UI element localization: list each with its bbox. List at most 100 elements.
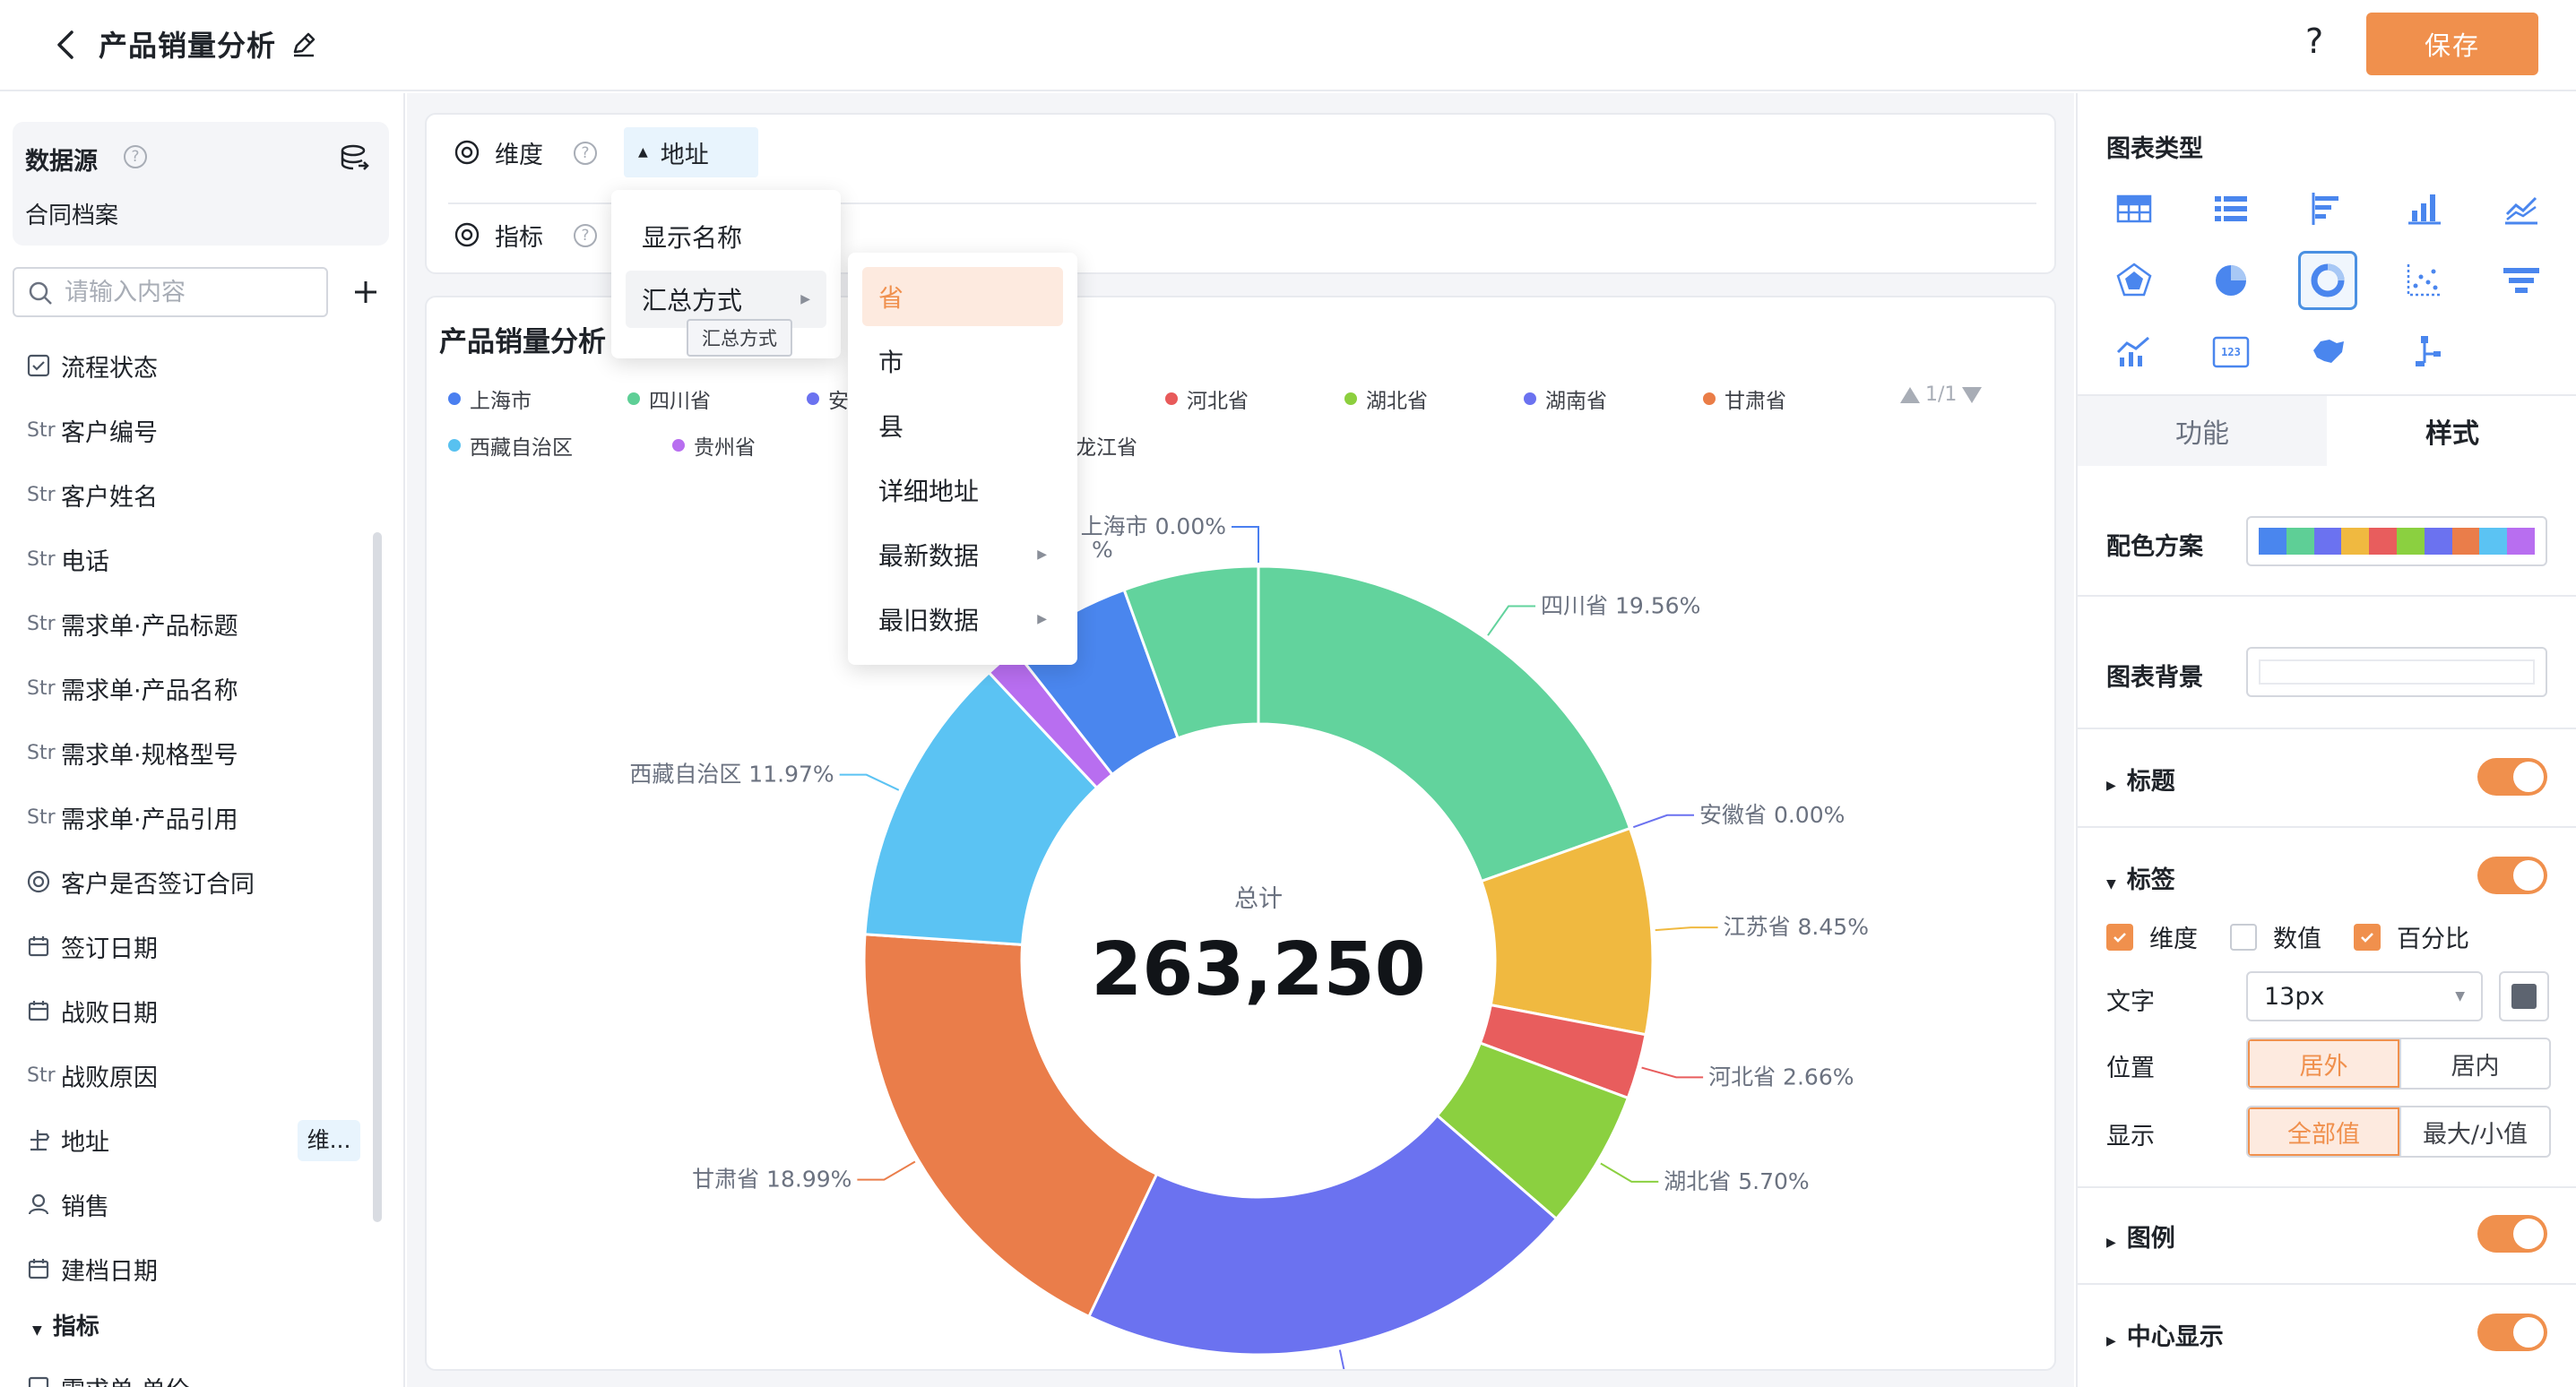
checkbox-value[interactable] <box>2230 923 2257 951</box>
field-label: 需求单·产品引用 <box>61 805 238 834</box>
table-icon[interactable] <box>2105 179 2164 238</box>
tab-function[interactable]: 功能 <box>2078 396 2327 466</box>
add-field-icon[interactable] <box>348 274 384 310</box>
position-inside[interactable]: 居内 <box>2399 1039 2549 1088</box>
field-label: 流程状态 <box>61 354 158 383</box>
number-card-icon[interactable]: 123 <box>2201 323 2260 382</box>
dimension-help-icon[interactable]: ? <box>574 142 597 165</box>
field-item[interactable]: Str 需求单·产品引用 <box>0 785 376 849</box>
font-size-select[interactable]: 13px ▼ <box>2246 971 2483 1021</box>
center-total: 263,250 <box>1091 927 1425 1012</box>
position-outside[interactable]: 居外 <box>2248 1039 2399 1088</box>
center-label: 总计 <box>1234 885 1283 913</box>
checkbox-percent[interactable] <box>2354 923 2381 951</box>
palette-swatch <box>2369 528 2397 555</box>
donut-icon[interactable] <box>2298 251 2357 310</box>
field-item[interactable]: Str 客户编号 <box>0 398 376 462</box>
submenu-item-city[interactable]: 市 <box>862 332 1063 391</box>
background-label: 图表背景 <box>2106 664 2203 692</box>
caret-right-icon: ▶ <box>2106 1334 2116 1348</box>
chart-card: 产品销量分析 上海市 四川省 安 河北省 湖北省 湖南省 甘肃省 1/1 西藏自… <box>425 296 2056 1371</box>
label-toggle[interactable] <box>2477 857 2547 894</box>
text-color-picker[interactable] <box>2499 971 2549 1021</box>
radar-icon[interactable] <box>2105 251 2164 310</box>
display-all[interactable]: 全部值 <box>2248 1107 2399 1156</box>
display-minmax[interactable]: 最大/小值 <box>2399 1107 2549 1156</box>
datasource-name: 合同档案 <box>25 202 119 229</box>
palette-picker[interactable] <box>2246 516 2547 566</box>
partial-field-item[interactable]: 需求单·单价 <box>27 1371 190 1387</box>
edit-icon[interactable] <box>289 29 319 59</box>
field-item[interactable]: Str 需求单·产品标题 <box>0 591 376 656</box>
field-item[interactable]: 销售 <box>0 1172 376 1236</box>
field-search[interactable] <box>13 267 328 317</box>
legend-section[interactable]: ▶ 图例 <box>2106 1219 2175 1253</box>
field-item[interactable]: 战败日期 <box>0 978 376 1043</box>
string-type-icon: Str <box>27 418 56 442</box>
line-icon[interactable] <box>2492 179 2551 238</box>
datasource-help-icon[interactable]: ? <box>124 145 147 168</box>
tree-icon[interactable] <box>2395 323 2454 382</box>
datasource-card[interactable]: 数据源 ? 合同档案 <box>13 122 389 246</box>
title-toggle[interactable] <box>2477 758 2547 796</box>
field-item[interactable]: 流程状态 <box>0 333 376 398</box>
caret-right-icon: ▶ <box>2106 779 2116 793</box>
help-button[interactable]: ? <box>2305 22 2323 61</box>
center-display-section[interactable]: ▶ 中心显示 <box>2106 1317 2224 1352</box>
bar-h-icon[interactable] <box>2298 179 2357 238</box>
map-icon[interactable] <box>2298 323 2357 382</box>
menu-item-display-name[interactable]: 显示名称 <box>626 208 826 265</box>
field-label: 需求单·产品标题 <box>61 612 238 641</box>
field-item[interactable]: Str 电话 <box>0 527 376 591</box>
save-button[interactable]: 保存 <box>2366 13 2538 75</box>
chevron-right-icon: ▶ <box>1037 612 1047 626</box>
submenu-item-oldest[interactable]: 最旧数据 ▶ <box>862 590 1063 649</box>
field-item[interactable]: 客户是否签订合同 <box>0 849 376 914</box>
divider <box>2078 595 2576 597</box>
menu-item-label: 汇总方式 <box>642 286 743 315</box>
slice-label: 西藏自治区 11.97% <box>629 762 834 788</box>
funnel-icon[interactable] <box>2492 251 2551 310</box>
bar-icon[interactable] <box>2395 179 2454 238</box>
sidebar-scrollbar[interactable] <box>373 532 382 1222</box>
dimension-chip-address[interactable]: ▲ 地址 <box>624 127 758 177</box>
search-icon <box>29 281 52 305</box>
field-item[interactable]: 地址 维... <box>0 1107 376 1172</box>
field-item[interactable]: 签订日期 <box>0 914 376 978</box>
field-item[interactable]: Str 需求单·规格型号 <box>0 720 376 785</box>
background-picker[interactable] <box>2246 647 2547 697</box>
submenu-item-county[interactable]: 县 <box>862 396 1063 455</box>
palette-swatch <box>2451 528 2480 555</box>
section-label: 指标 <box>52 1314 99 1340</box>
chip-label: 地址 <box>660 141 709 169</box>
label-section[interactable]: ▼ 标签 <box>2106 860 2175 895</box>
back-icon[interactable] <box>50 27 82 63</box>
palette-label: 配色方案 <box>2106 533 2203 561</box>
field-label: 需求单·产品名称 <box>61 676 238 705</box>
submenu-item-detail-address[interactable]: 详细地址 <box>862 461 1063 520</box>
field-item[interactable]: Str 客户姓名 <box>0 462 376 527</box>
dimension-badge: 维... <box>298 1120 360 1161</box>
title-section[interactable]: ▶ 标题 <box>2106 762 2175 797</box>
search-input[interactable] <box>65 276 316 308</box>
database-switch-icon[interactable] <box>339 143 371 172</box>
field-item[interactable]: Str 战败原因 <box>0 1043 376 1107</box>
scatter-icon[interactable] <box>2395 251 2454 310</box>
field-item[interactable]: Str 需求单·产品名称 <box>0 656 376 720</box>
pie-icon[interactable] <box>2201 251 2260 310</box>
checkbox-dimension[interactable] <box>2106 923 2133 951</box>
metric-help-icon[interactable]: ? <box>574 224 597 247</box>
submenu-item-latest[interactable]: 最新数据 ▶ <box>862 525 1063 584</box>
combo-icon[interactable] <box>2105 323 2164 382</box>
checkbox-label: 数值 <box>2273 926 2321 953</box>
list-icon[interactable] <box>2201 179 2260 238</box>
menu-item-label: 显示名称 <box>642 223 743 253</box>
tab-style[interactable]: 样式 <box>2327 396 2576 466</box>
submenu-item-province[interactable]: 省 <box>862 267 1063 326</box>
metrics-section-header[interactable]: ▼ 指标 <box>32 1308 99 1341</box>
legend-toggle[interactable] <box>2477 1215 2547 1253</box>
field-item[interactable]: 建档日期 <box>0 1236 376 1301</box>
dimension-label: 维度 <box>495 141 543 169</box>
slice-label: 河北省 2.66% <box>1708 1064 1854 1090</box>
center-display-toggle[interactable] <box>2477 1314 2547 1351</box>
